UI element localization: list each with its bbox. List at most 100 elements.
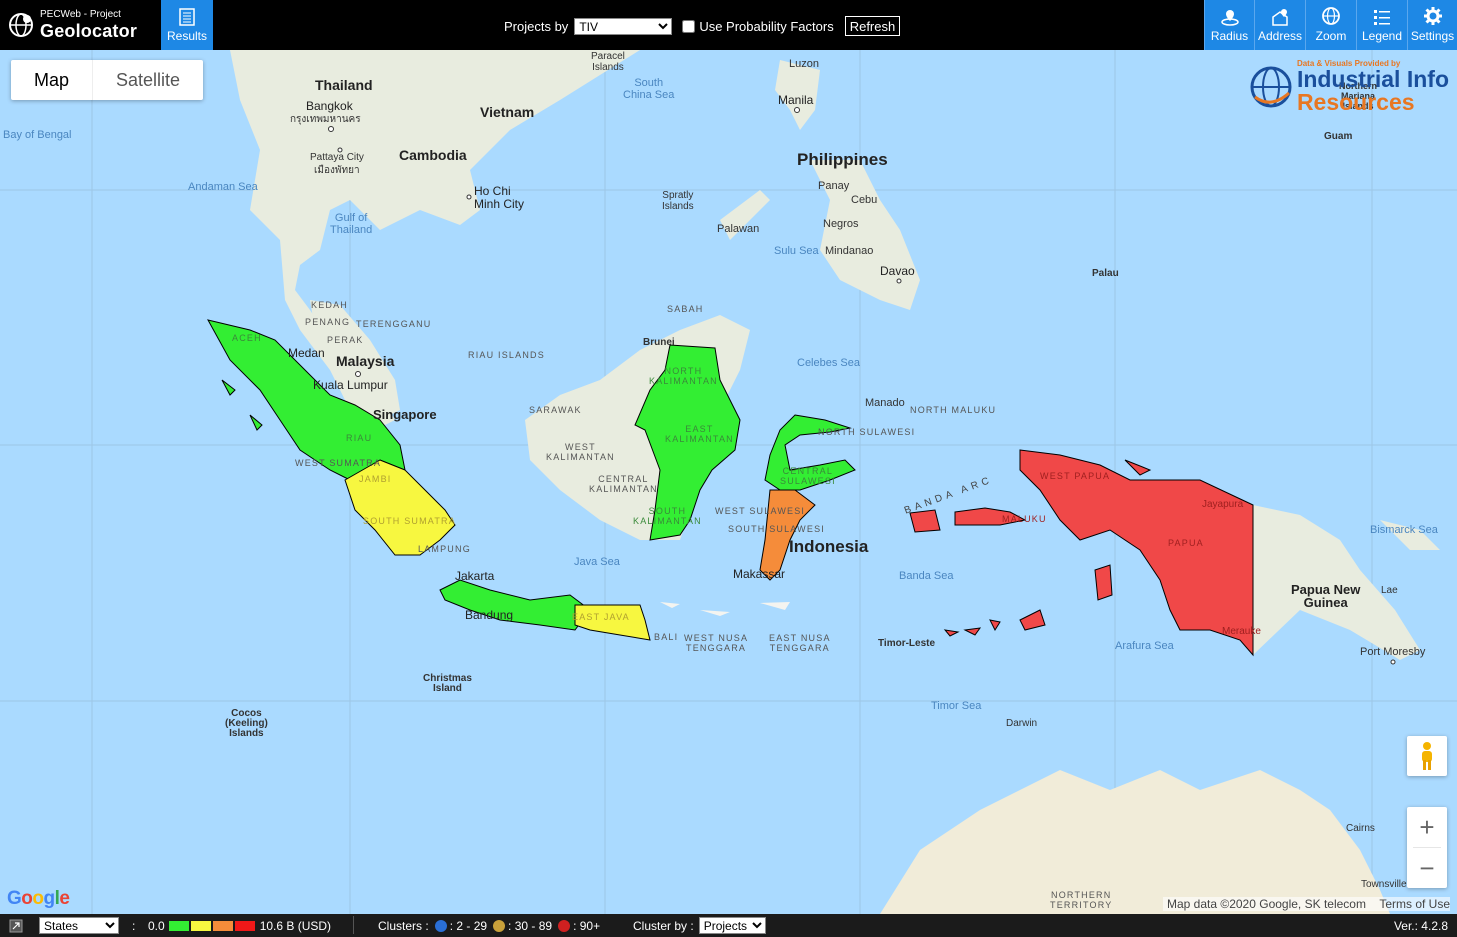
land-australia: [880, 770, 1390, 914]
label-sarawak: SARAWAK: [529, 405, 582, 415]
address-button[interactable]: Address: [1254, 0, 1305, 50]
legend-label: Legend: [1361, 29, 1403, 43]
label-aceh: ACEH: [232, 333, 262, 343]
label-west-kalimantan: WEST KALIMANTAN: [546, 442, 615, 462]
label-south-sulawesi: SOUTH SULAWESI: [728, 524, 825, 534]
label-indonesia: Indonesia: [789, 537, 869, 556]
region-select[interactable]: States: [39, 917, 119, 934]
label-medan: Medan: [288, 346, 325, 360]
scale-max: 10.6 B (USD): [259, 918, 332, 933]
label-south-sumatra: SOUTH SUMATRA: [363, 516, 456, 526]
zoom-in-button[interactable]: +: [1407, 807, 1447, 847]
label-bay-of-bengal: Bay of Bengal: [3, 129, 72, 141]
zoom-button[interactable]: Zoom: [1305, 0, 1356, 50]
label-kedah: KEDAH: [311, 300, 349, 310]
cluster-medium-icon: [493, 919, 506, 932]
results-label: Results: [166, 29, 207, 43]
cluster-by-label: Cluster by :: [633, 918, 694, 933]
logo-subtitle: PECWeb - Project: [40, 9, 121, 20]
cluster-small-range: : 2 - 29: [449, 918, 488, 933]
cluster-medium-range: : 30 - 89: [508, 918, 553, 933]
address-label: Address: [1257, 29, 1303, 43]
label-penang: PENANG: [305, 317, 351, 327]
zoom-globe-icon: [1322, 7, 1340, 25]
terms-link[interactable]: Terms of Use: [1379, 897, 1450, 911]
projects-by-label: Projects by: [504, 18, 569, 34]
radius-button[interactable]: Radius: [1204, 0, 1254, 50]
label-sulu-sea: Sulu Sea: [774, 245, 819, 257]
region-java-yellow: [574, 604, 651, 641]
cluster-by-select[interactable]: Projects: [698, 917, 766, 934]
cluster-small-icon: [434, 919, 447, 932]
label-pattaya-th: เมืองพัทยา: [314, 165, 360, 176]
cluster-large-range: : 90+: [573, 918, 601, 933]
value-scale: 0.0 10.6 B (USD): [148, 914, 331, 937]
probability-factors-toggle[interactable]: Use Probability Factors: [682, 19, 834, 34]
label-thailand: Thailand: [315, 77, 373, 93]
label-paracel: Paracel Islands: [591, 51, 625, 73]
iir-globe-icon: [1250, 66, 1292, 108]
top-toolbar: PECWeb - Project Geolocator Results Proj…: [0, 0, 1457, 50]
label-jayapura: Jayapura: [1202, 499, 1244, 510]
clusters-label: Clusters :: [378, 918, 429, 933]
version-label: Ver.: 4.2.8: [1393, 918, 1448, 933]
bottom-status-bar: States : 0.0 10.6 B (USD) Clusters : : 2…: [0, 914, 1457, 937]
expand-icon: [9, 919, 23, 932]
probability-checkbox[interactable]: [682, 19, 696, 33]
attribution-text: Map data ©2020 Google, SK telecom: [1167, 897, 1366, 911]
label-northern-territory: NORTHERN TERRITORY: [1050, 890, 1113, 910]
pegman-icon: [1422, 742, 1432, 770]
tab-satellite[interactable]: Satellite: [93, 60, 203, 100]
bottom-divider: [353, 916, 354, 934]
region-select-wrap: States: [39, 914, 119, 937]
scale-swatch-yellow: [190, 920, 211, 931]
label-riau: RIAU: [346, 433, 373, 443]
scale-swatch-red: [234, 920, 255, 931]
label-west-papua: WEST PAPUA: [1040, 471, 1111, 481]
clusters-legend: Clusters : : 2 - 29 : 30 - 89 : 90+: [378, 914, 600, 937]
label-east-nusa-tenggara: EAST NUSA TENGGARA: [769, 633, 831, 653]
expand-icon-wrap[interactable]: [9, 914, 23, 937]
label-hcmc: Ho Chi Minh City: [474, 184, 525, 211]
label-celebes-sea: Celebes Sea: [797, 357, 860, 369]
street-view-pegman[interactable]: [1407, 736, 1447, 776]
label-jakarta: Jakarta: [455, 569, 495, 583]
label-cambodia: Cambodia: [399, 147, 467, 163]
google-logo[interactable]: Google: [7, 888, 70, 910]
radius-label: Radius: [1210, 29, 1249, 43]
label-north-sulawesi: NORTH SULAWESI: [818, 427, 916, 437]
settings-button[interactable]: Settings: [1407, 0, 1457, 50]
label-west-sumatra: WEST SUMATRA: [295, 458, 382, 468]
map-canvas[interactable]: Thailand Bangkok กรุงเทพมหานคร Pattaya C…: [0, 50, 1457, 914]
label-townsville: Townsville: [1361, 879, 1407, 890]
label-gulf-of-thailand: Gulf of Thailand: [330, 212, 373, 236]
label-palau: Palau: [1092, 268, 1119, 279]
label-arafura-sea: Arafura Sea: [1115, 640, 1174, 652]
zoom-out-button[interactable]: −: [1407, 848, 1447, 888]
iir-logo: Data & Visuals Provided by Industrial In…: [1249, 60, 1449, 114]
label-andaman-sea: Andaman Sea: [188, 181, 258, 193]
label-bali: BALI: [654, 632, 679, 642]
label-banda-sea: Banda Sea: [899, 570, 954, 582]
label-north-maluku: NORTH MALUKU: [910, 405, 997, 415]
label-cairns: Cairns: [1346, 823, 1375, 834]
globe-logo-icon: [9, 13, 33, 37]
label-timor-sea: Timor Sea: [931, 700, 982, 712]
iir-name-line1: Industrial Info: [1296, 66, 1449, 92]
refresh-button[interactable]: Refresh: [844, 16, 901, 36]
zoom-control: + −: [1407, 807, 1447, 888]
label-davao: Davao: [880, 264, 915, 278]
legend-button[interactable]: Legend: [1356, 0, 1407, 50]
tab-map[interactable]: Map: [11, 60, 94, 100]
label-east-java: EAST JAVA: [572, 612, 630, 622]
label-east-kalimantan: EAST KALIMANTAN: [665, 424, 734, 444]
projects-by-select[interactable]: TIV: [574, 17, 673, 35]
app-logo: PECWeb - Project Geolocator: [8, 6, 137, 44]
zoom-label: Zoom: [1315, 29, 1347, 43]
results-doc-icon: [179, 8, 195, 26]
results-button[interactable]: Results: [161, 0, 213, 50]
label-merauke: Merauke: [1222, 626, 1261, 637]
map-type-control: Map Satellite: [11, 60, 204, 100]
label-pattaya: Pattaya City: [310, 152, 364, 163]
label-perak: PERAK: [327, 335, 364, 345]
